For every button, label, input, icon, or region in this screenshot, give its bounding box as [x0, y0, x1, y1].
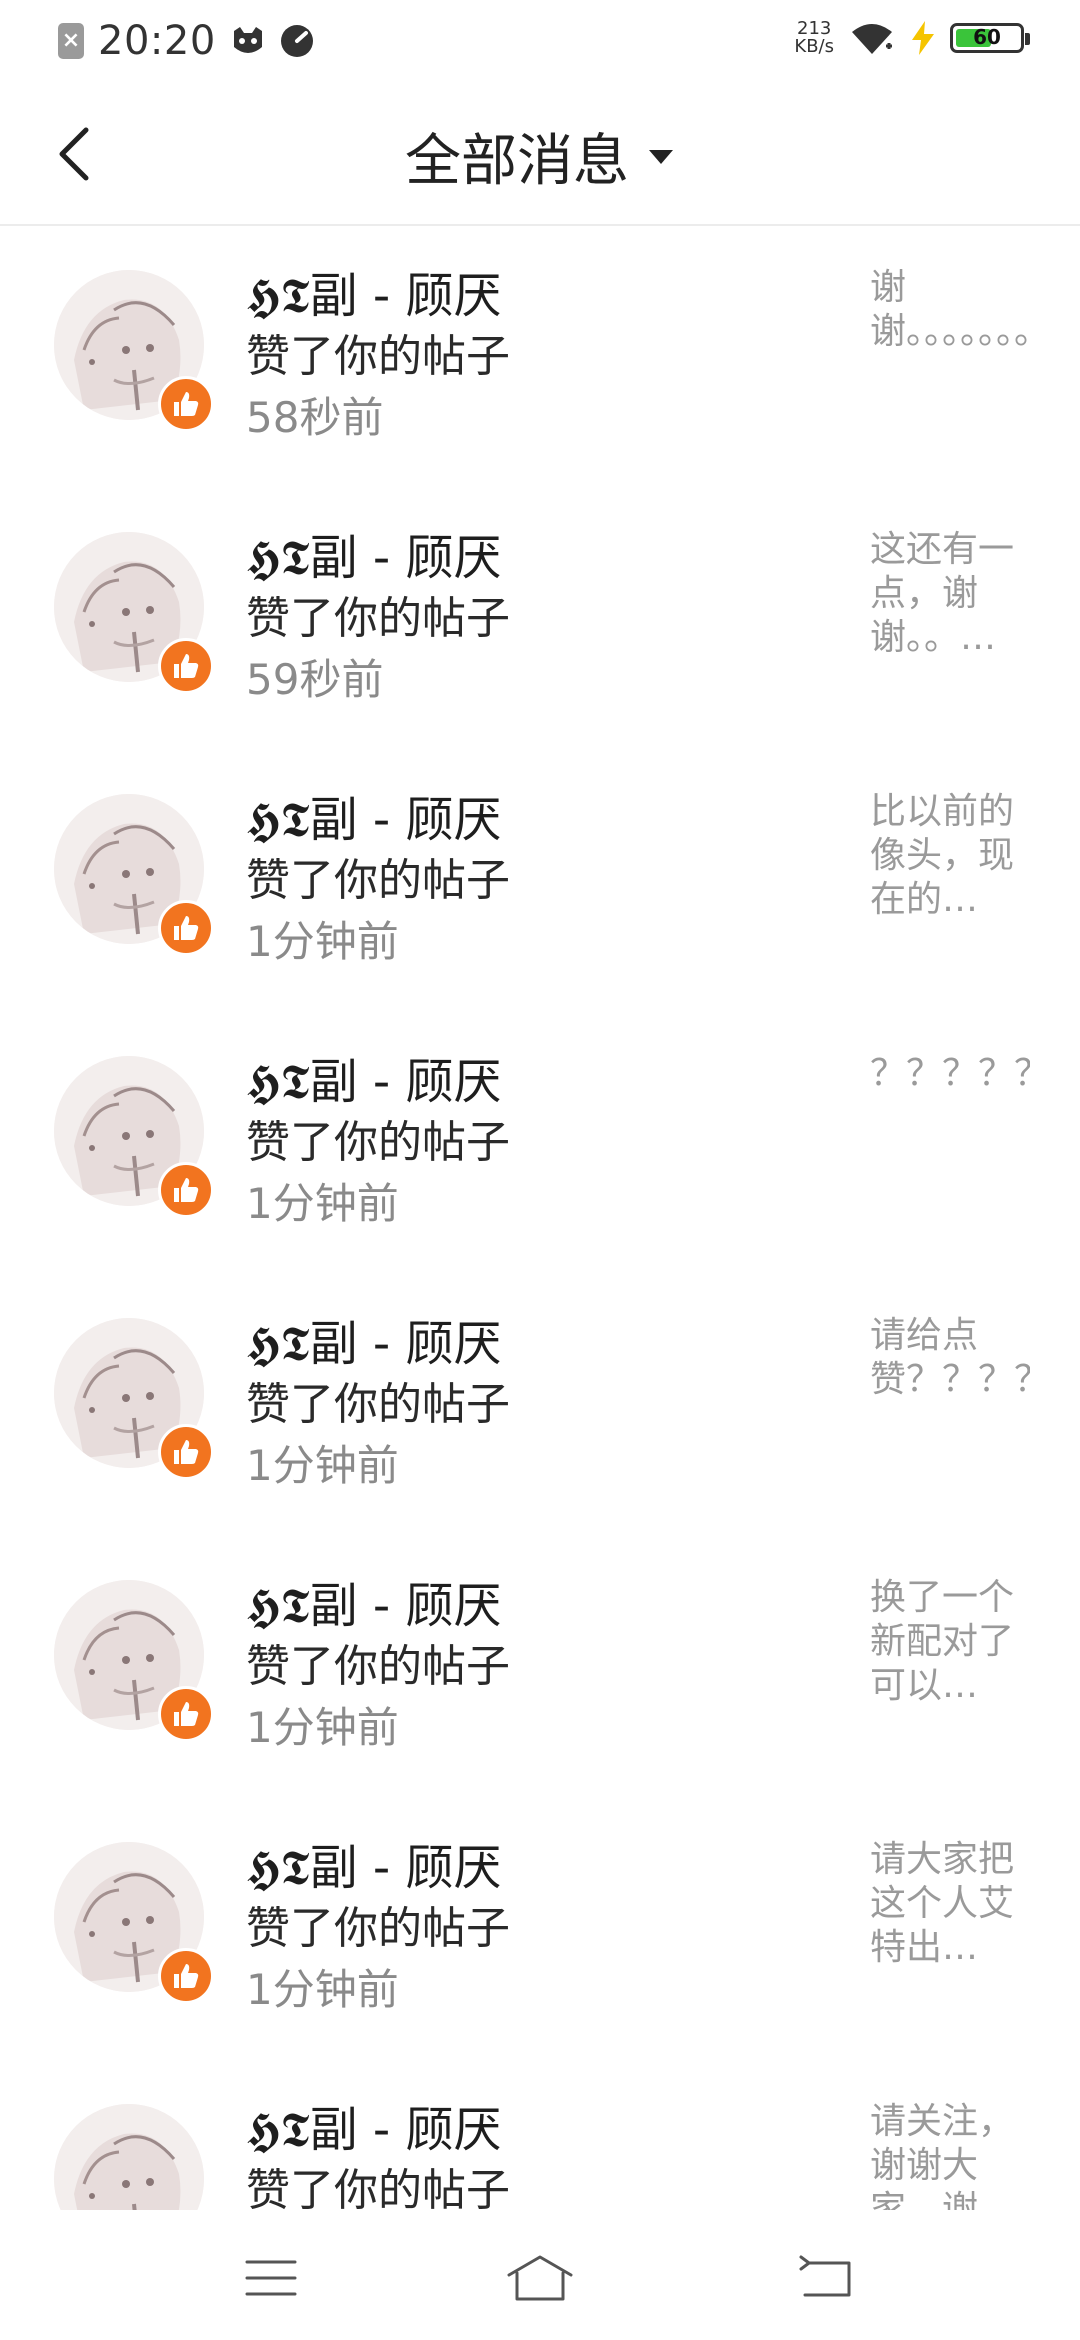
like-badge	[158, 376, 214, 432]
battery-tip	[1025, 33, 1030, 45]
timestamp: 1分钟前	[246, 1441, 399, 1490]
thumbs-up-icon	[174, 1702, 199, 1726]
page-title: 全部消息	[405, 129, 629, 194]
caret-down-icon	[649, 149, 673, 164]
menu-icon	[245, 2260, 297, 2296]
timestamp: 59秒前	[246, 655, 384, 704]
network-speed: 213 KB/s	[794, 20, 834, 56]
header: 全部消息	[0, 84, 1080, 226]
network-speed-unit: KB/s	[794, 36, 834, 57]
list-item[interactable]: 𝕳𝕿副 - 顾厌 赞了你的帖子 1分钟前 请给点赞？？？？？？	[0, 1274, 1080, 1536]
post-preview[interactable]: 请关注，谢谢大家，谢	[870, 2100, 1030, 2210]
list-item[interactable]: 𝕳𝕿副 - 顾厌 赞了你的帖子 请关注，谢谢大家，谢	[0, 2060, 1080, 2210]
home-icon	[507, 2255, 573, 2301]
like-badge	[158, 1424, 214, 1480]
back-nav-button[interactable]	[790, 2250, 860, 2306]
like-badge	[158, 900, 214, 956]
thumbs-up-icon	[174, 916, 199, 940]
like-badge	[158, 638, 214, 694]
battery-icon: 60	[950, 23, 1030, 53]
thumbs-up-icon	[174, 1440, 199, 1464]
wifi-icon	[852, 24, 892, 54]
action-text: 赞了你的帖子	[246, 331, 510, 382]
sender-name[interactable]: 𝕳𝕿副 - 顾厌	[246, 1828, 501, 1898]
list-item[interactable]: 𝕳𝕿副 - 顾厌 赞了你的帖子 59秒前 这还有一点，谢谢。。…	[0, 488, 1080, 750]
timestamp: 1分钟前	[246, 1179, 399, 1228]
timestamp: 58秒前	[246, 393, 384, 442]
action-text: 赞了你的帖子	[246, 855, 510, 906]
action-text: 赞了你的帖子	[246, 2165, 510, 2210]
home-button[interactable]	[505, 2250, 575, 2306]
sender-name[interactable]: 𝕳𝕿副 - 顾厌	[246, 2090, 501, 2160]
menu-button[interactable]	[236, 2250, 306, 2306]
action-text: 赞了你的帖子	[246, 1379, 510, 1430]
timestamp: 1分钟前	[246, 917, 399, 966]
notification-close-icon: ×	[58, 23, 84, 59]
thumbs-up-icon	[174, 392, 199, 416]
list-item[interactable]: 𝕳𝕿副 - 顾厌 赞了你的帖子 1分钟前 ？？？？？？？？？？…	[0, 1012, 1080, 1274]
post-preview[interactable]: 比以前的像头，现在的…	[870, 790, 1030, 922]
post-preview[interactable]: 谢谢。。。。。。。。…	[870, 266, 1030, 354]
thumbs-up-icon	[174, 1178, 199, 1202]
charging-icon	[912, 21, 934, 55]
action-text: 赞了你的帖子	[246, 1641, 510, 1692]
sender-name[interactable]: 𝕳𝕿副 - 顾厌	[246, 1304, 501, 1374]
sender-name[interactable]: 𝕳𝕿副 - 顾厌	[246, 1566, 501, 1636]
sender-name[interactable]: 𝕳𝕿副 - 顾厌	[246, 1042, 501, 1112]
post-preview[interactable]: 请给点赞？？？？？？	[870, 1314, 1030, 1402]
post-preview[interactable]: 换了一个新配对了可以…	[870, 1576, 1030, 1708]
thumbs-up-icon	[174, 654, 199, 678]
battery-level: 60	[973, 25, 1001, 49]
post-preview[interactable]: ？？？？？？？？？？…	[870, 1052, 1030, 1096]
title-dropdown[interactable]: 全部消息	[0, 116, 1080, 197]
timestamp: 1分钟前	[246, 1703, 399, 1752]
post-preview[interactable]: 请大家把这个人艾特出…	[870, 1838, 1030, 1970]
list-item[interactable]: 𝕳𝕿副 - 顾厌 赞了你的帖子 1分钟前 请大家把这个人艾特出…	[0, 1798, 1080, 2060]
status-left: × 20:20	[58, 18, 314, 64]
list-item[interactable]: 𝕳𝕿副 - 顾厌 赞了你的帖子 1分钟前 换了一个新配对了可以…	[0, 1536, 1080, 1798]
timestamp: 1分钟前	[246, 1965, 399, 2014]
list-item[interactable]: 𝕳𝕿副 - 顾厌 赞了你的帖子 1分钟前 比以前的像头，现在的…	[0, 750, 1080, 1012]
status-right: 213 KB/s 60	[794, 20, 1030, 56]
cat-app-icon	[233, 27, 262, 53]
navigation-bar	[0, 2210, 1080, 2340]
avatar[interactable]	[54, 2104, 204, 2210]
like-badge	[158, 1948, 214, 2004]
status-bar: × 20:20 213 KB/s 60	[0, 0, 1080, 84]
message-list[interactable]: 𝕳𝕿副 - 顾厌 赞了你的帖子 58秒前 谢谢。。。。。。。。… 𝕳𝕿副 - 顾…	[0, 226, 1080, 2210]
avatar-illustration-icon	[54, 2104, 204, 2210]
sender-name[interactable]: 𝕳𝕿副 - 顾厌	[246, 518, 501, 588]
post-preview[interactable]: 这还有一点，谢谢。。…	[870, 528, 1030, 660]
like-badge	[158, 1162, 214, 1218]
status-time: 20:20	[98, 18, 216, 64]
action-text: 赞了你的帖子	[246, 1117, 510, 1168]
like-badge	[158, 1686, 214, 1742]
speed-dial-icon	[280, 25, 313, 57]
return-icon	[799, 2255, 851, 2297]
sender-name[interactable]: 𝕳𝕿副 - 顾厌	[246, 256, 501, 326]
thumbs-up-icon	[174, 1964, 199, 1988]
screen: × 20:20 213 KB/s 60 全部消息 𝕳𝕿副 - 顾厌 赞了你的帖子…	[0, 0, 1080, 2340]
list-item[interactable]: 𝕳𝕿副 - 顾厌 赞了你的帖子 58秒前 谢谢。。。。。。。。…	[0, 226, 1080, 488]
sender-name[interactable]: 𝕳𝕿副 - 顾厌	[246, 780, 501, 850]
action-text: 赞了你的帖子	[246, 1903, 510, 1954]
action-text: 赞了你的帖子	[246, 593, 510, 644]
